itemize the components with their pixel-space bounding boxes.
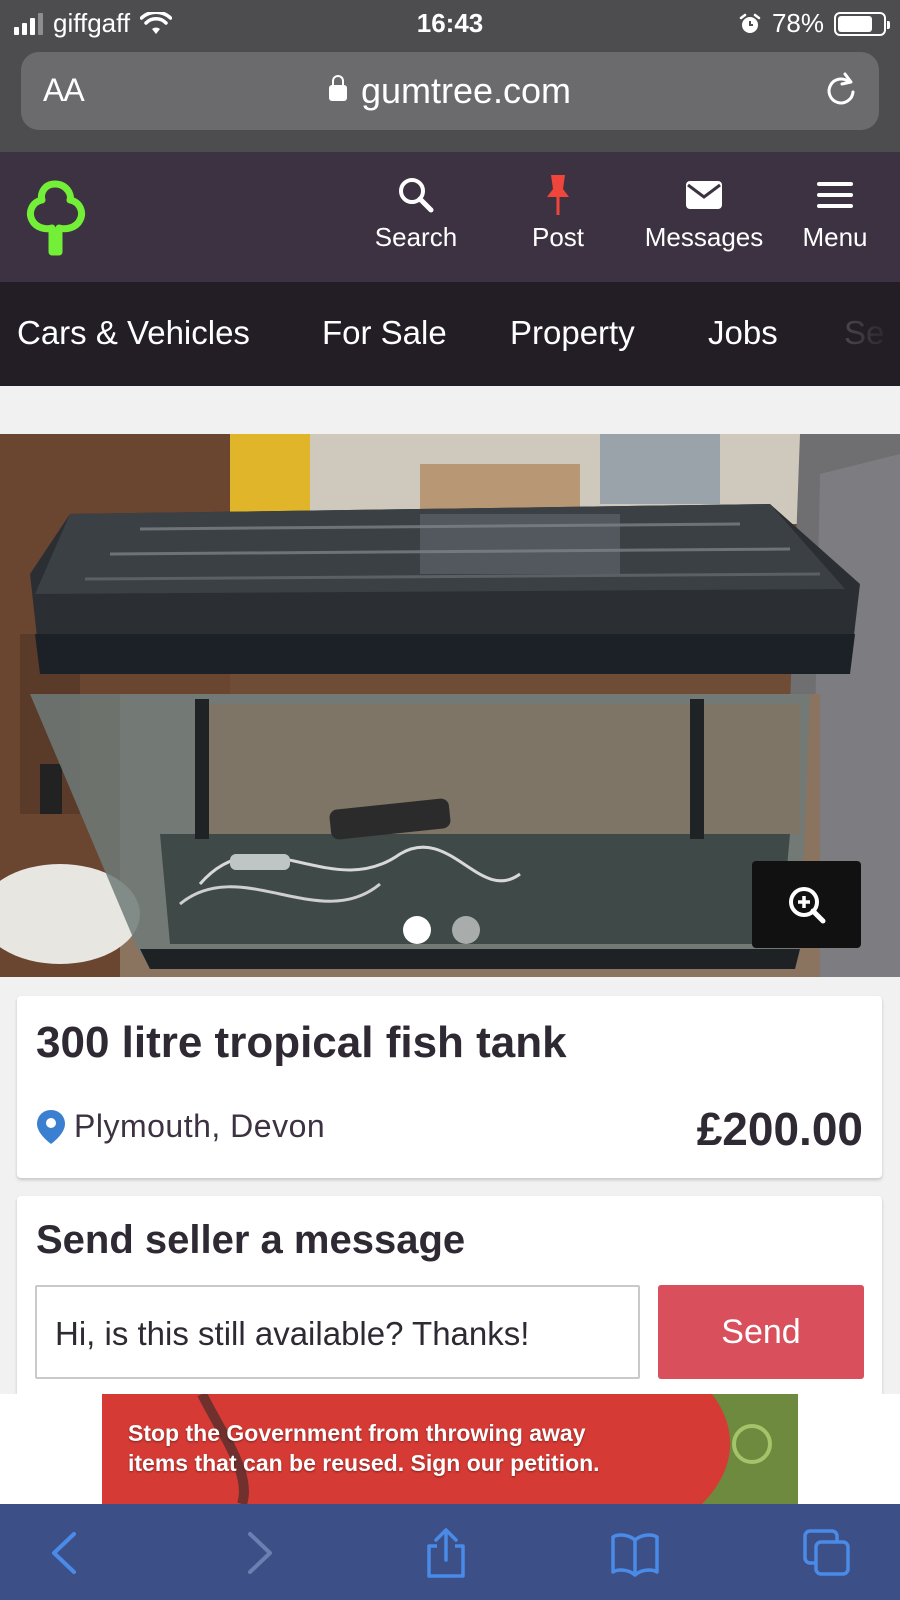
status-right: 78% — [738, 8, 890, 39]
battery-percent: 78% — [771, 8, 824, 38]
category-bar: Cars & Vehicles For Sale Property Jobs S… — [0, 282, 900, 386]
gumtree-logo[interactable] — [22, 178, 88, 258]
nav-menu-label: Menu — [802, 222, 868, 252]
tabs-icon[interactable] — [802, 1528, 852, 1578]
category-cars-vehicles[interactable]: Cars & Vehicles — [17, 314, 250, 352]
search-icon — [399, 178, 434, 213]
category-fade — [820, 282, 900, 386]
category-for-sale[interactable]: For Sale — [322, 314, 447, 352]
address-bar[interactable]: AA gumtree.com — [21, 52, 879, 130]
battery-icon — [834, 11, 890, 36]
lock-icon — [328, 75, 347, 101]
nav-post-label: Post — [531, 222, 585, 252]
ad-text: Stop the Government from throwing away i… — [128, 1418, 600, 1478]
category-property[interactable]: Property — [510, 314, 635, 352]
gallery-dot-1[interactable] — [403, 916, 431, 944]
location-text: Plymouth, Devon — [74, 1108, 326, 1144]
nav-search[interactable]: Search — [366, 172, 466, 253]
forward-icon[interactable] — [232, 1528, 282, 1578]
browser-toolbar — [0, 1504, 900, 1600]
envelope-icon — [686, 181, 722, 209]
send-button[interactable]: Send — [658, 1285, 864, 1379]
ad-image[interactable]: Stop the Government from throwing away i… — [102, 1394, 798, 1504]
listing-price: £200.00 — [696, 1103, 863, 1155]
ad-banner[interactable]: Stop the Government from throwing away i… — [0, 1394, 900, 1504]
nav-messages-label: Messages — [644, 222, 764, 252]
zoom-button[interactable] — [752, 861, 861, 948]
reload-icon[interactable] — [821, 70, 861, 110]
nav-post[interactable]: Post — [508, 172, 608, 253]
status-bar: giffgaff 16:43 78% AA gumtree.com — [0, 0, 900, 152]
nav-messages[interactable]: Messages — [638, 172, 770, 253]
zoom-in-icon — [789, 887, 826, 924]
ad-text-line-2: items that can be reused. Sign our petit… — [128, 1450, 600, 1476]
alarm-icon — [739, 13, 761, 33]
hamburger-icon — [817, 182, 853, 208]
ad-text-line-1: Stop the Government from throwing away — [128, 1420, 586, 1446]
listing-title: 300 litre tropical fish tank — [36, 1018, 567, 1067]
map-pin-icon — [37, 1109, 65, 1144]
nav-search-label: Search — [374, 222, 458, 252]
category-jobs[interactable]: Jobs — [708, 314, 778, 352]
listing-location: Plymouth, Devon — [36, 1108, 325, 1145]
bookmarks-icon[interactable] — [610, 1528, 660, 1578]
message-seller-card: Send seller a message Hi, is this still … — [17, 1196, 882, 1416]
message-heading: Send seller a message — [36, 1218, 466, 1262]
share-icon[interactable] — [421, 1528, 471, 1578]
message-input[interactable]: Hi, is this still available? Thanks! — [35, 1285, 640, 1379]
listing-summary-card: 300 litre tropical fish tank Plymouth, D… — [17, 996, 882, 1178]
gallery-dot-2[interactable] — [452, 916, 480, 944]
site-header: Search Post Messages Menu — [0, 152, 900, 282]
url-display[interactable]: gumtree.com — [21, 70, 879, 112]
pin-icon — [547, 175, 569, 215]
url-text: gumtree.com — [360, 70, 572, 111]
back-icon[interactable] — [42, 1528, 92, 1578]
nav-menu[interactable]: Menu — [790, 172, 880, 253]
